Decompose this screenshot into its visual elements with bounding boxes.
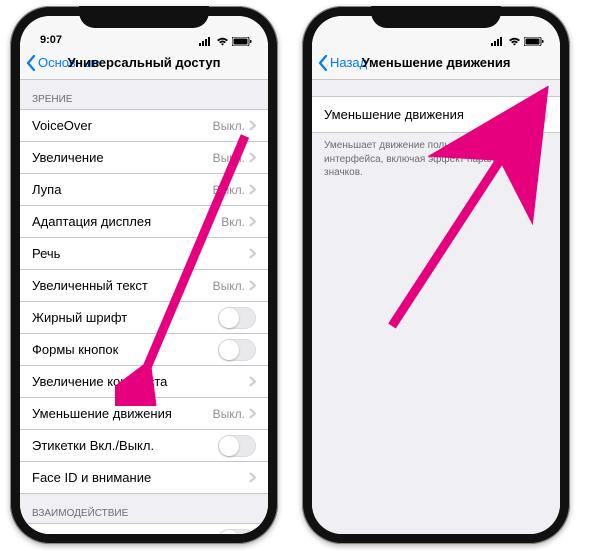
cell-label: Увеличение контраста bbox=[32, 374, 167, 389]
nav-bar: Назад Уменьшение движения bbox=[312, 46, 560, 80]
phone-right: Назад Уменьшение движения Уменьшение дви… bbox=[302, 6, 570, 544]
screen-left: 9:07 Основные Универсальный доступ ЗРЕНИ… bbox=[20, 16, 268, 534]
cell-value: Выкл. bbox=[213, 151, 245, 165]
cell-voiceover[interactable]: VoiceOver Выкл. bbox=[20, 110, 268, 142]
cell-label: Формы кнопок bbox=[32, 342, 118, 357]
chevron-left-icon bbox=[26, 55, 36, 71]
cell-reduce-motion[interactable]: Уменьшение движения Выкл. bbox=[20, 398, 268, 430]
cell-on-off-labels[interactable]: Этикетки Вкл./Выкл. bbox=[20, 430, 268, 462]
cell-value: Вкл. bbox=[221, 215, 245, 229]
toggle-on-off-labels[interactable] bbox=[218, 435, 256, 457]
cell-label: Лупа bbox=[32, 182, 61, 197]
chevron-left-icon bbox=[318, 55, 328, 71]
cells-vision: VoiceOver Выкл. Увеличение Выкл. Лупа Выкл.… bbox=[20, 109, 268, 494]
cell-label: Увеличенный текст bbox=[32, 278, 148, 293]
content-right[interactable]: Уменьшение движения Уменьшает движение п… bbox=[312, 80, 560, 534]
cell-label: Речь bbox=[32, 246, 60, 261]
cell-speech[interactable]: Речь bbox=[20, 238, 268, 270]
chevron-right-icon bbox=[249, 184, 256, 195]
notch bbox=[371, 6, 501, 28]
cell-label: Жирный шрифт bbox=[32, 310, 127, 325]
chevron-right-icon bbox=[249, 152, 256, 163]
cell-label: Уменьшение движения bbox=[32, 406, 172, 421]
cell-label: Face ID и внимание bbox=[32, 470, 151, 485]
chevron-right-icon bbox=[249, 120, 256, 131]
cell-faceid-attention[interactable]: Face ID и внимание bbox=[20, 462, 268, 494]
chevron-right-icon bbox=[249, 376, 256, 387]
notch bbox=[79, 6, 209, 28]
cell-label: Уменьшение движения bbox=[324, 107, 464, 122]
footer-description: Уменьшает движение пользовательского инт… bbox=[312, 133, 560, 186]
nav-title: Уменьшение движения bbox=[362, 55, 511, 70]
cell-zoom[interactable]: Увеличение Выкл. bbox=[20, 142, 268, 174]
cell-label: Увеличение bbox=[32, 150, 104, 165]
screen-right: Назад Уменьшение движения Уменьшение дви… bbox=[312, 16, 560, 534]
toggle-bold-text[interactable] bbox=[218, 307, 256, 329]
battery-icon bbox=[524, 37, 544, 46]
signal-icon bbox=[491, 37, 505, 46]
nav-title: Универсальный доступ bbox=[68, 55, 221, 70]
toggle-button-shapes[interactable] bbox=[218, 339, 256, 361]
nav-bar: Основные Универсальный доступ bbox=[20, 46, 268, 80]
cell-value: Выкл. bbox=[213, 183, 245, 197]
cell-reachability[interactable]: Удобный доступ bbox=[20, 524, 268, 534]
cell-display-accom[interactable]: Адаптация дисплея Вкл. bbox=[20, 206, 268, 238]
cell-label: Адаптация дисплея bbox=[32, 214, 151, 229]
wifi-icon bbox=[216, 37, 229, 46]
cell-label: Удобный доступ bbox=[32, 532, 130, 534]
status-icons bbox=[491, 37, 544, 46]
cell-button-shapes[interactable]: Формы кнопок bbox=[20, 334, 268, 366]
cells-reduce-motion: Уменьшение движения bbox=[312, 96, 560, 133]
cell-magnifier[interactable]: Лупа Выкл. bbox=[20, 174, 268, 206]
cell-label: VoiceOver bbox=[32, 118, 92, 133]
content-left[interactable]: ЗРЕНИЕ VoiceOver Выкл. Увеличение Выкл. Лу… bbox=[20, 80, 268, 534]
toggle-reduce-motion[interactable] bbox=[510, 104, 548, 126]
phone-left: 9:07 Основные Универсальный доступ ЗРЕНИ… bbox=[10, 6, 278, 544]
status-time: 9:07 bbox=[40, 34, 62, 46]
toggle-reachability[interactable] bbox=[218, 529, 256, 535]
battery-icon bbox=[232, 37, 252, 46]
cell-value: Выкл. bbox=[213, 279, 245, 293]
cell-label: Этикетки Вкл./Выкл. bbox=[32, 438, 154, 453]
cell-value: Выкл. bbox=[213, 119, 245, 133]
chevron-right-icon bbox=[249, 408, 256, 419]
status-icons bbox=[199, 37, 252, 46]
section-header-vision: ЗРЕНИЕ bbox=[20, 80, 268, 109]
section-header-interaction: ВЗАИМОДЕЙСТВИЕ bbox=[20, 494, 268, 523]
chevron-right-icon bbox=[249, 248, 256, 259]
cell-bold-text[interactable]: Жирный шрифт bbox=[20, 302, 268, 334]
cell-reduce-motion-toggle[interactable]: Уменьшение движения bbox=[312, 97, 560, 133]
chevron-right-icon bbox=[249, 216, 256, 227]
cell-larger-text[interactable]: Увеличенный текст Выкл. bbox=[20, 270, 268, 302]
chevron-right-icon bbox=[249, 472, 256, 483]
signal-icon bbox=[199, 37, 213, 46]
cells-interaction: Удобный доступ bbox=[20, 523, 268, 534]
cell-value: Выкл. bbox=[213, 407, 245, 421]
back-button[interactable]: Назад bbox=[318, 55, 367, 71]
wifi-icon bbox=[508, 37, 521, 46]
chevron-right-icon bbox=[249, 280, 256, 291]
cell-increase-contrast[interactable]: Увеличение контраста bbox=[20, 366, 268, 398]
